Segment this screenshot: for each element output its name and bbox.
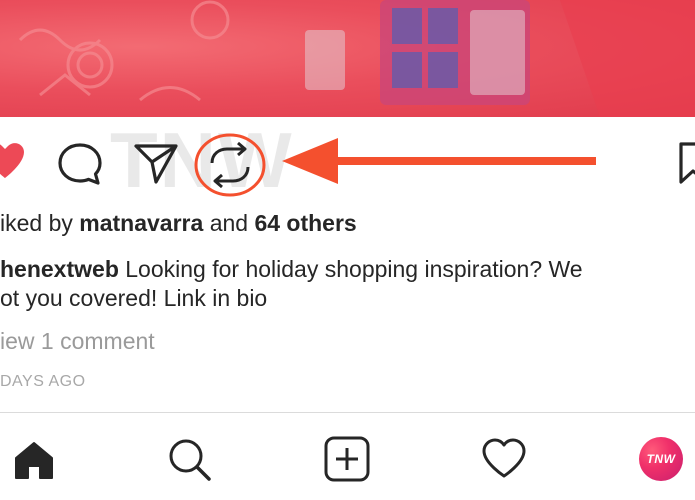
author-username[interactable]: henextweb — [0, 256, 119, 282]
new-post-icon[interactable] — [323, 435, 371, 483]
caption-line: henextweb Looking for holiday shopping i… — [0, 256, 583, 283]
post-photo — [0, 0, 695, 117]
caption-text: Looking for holiday shopping inspiration… — [118, 256, 583, 282]
activity-heart-icon[interactable] — [480, 438, 528, 480]
liker-username[interactable]: matnavarra — [79, 210, 203, 236]
avatar-label: TNW — [646, 452, 676, 466]
paper-plane-icon[interactable] — [132, 142, 180, 186]
view-comments-link[interactable]: iew 1 comment — [0, 328, 155, 355]
likes-prefix: iked by — [0, 210, 73, 236]
bookmark-icon[interactable] — [676, 140, 695, 188]
heart-filled-icon[interactable] — [0, 140, 30, 188]
repost-icon[interactable] — [192, 132, 268, 198]
arrow-pointer — [282, 138, 596, 184]
likes-summary: iked by matnavarra and 64 others — [0, 210, 357, 237]
likes-others-link[interactable]: 64 others — [254, 210, 356, 236]
caption-line: ot you covered! Link in bio — [0, 285, 268, 311]
home-icon[interactable] — [12, 440, 56, 482]
likes-join: and — [209, 210, 249, 236]
profile-avatar[interactable]: TNW — [639, 437, 683, 481]
comment-bubble-icon[interactable] — [56, 141, 104, 187]
search-icon[interactable] — [166, 436, 214, 484]
post-timestamp: DAYS AGO — [0, 373, 86, 390]
